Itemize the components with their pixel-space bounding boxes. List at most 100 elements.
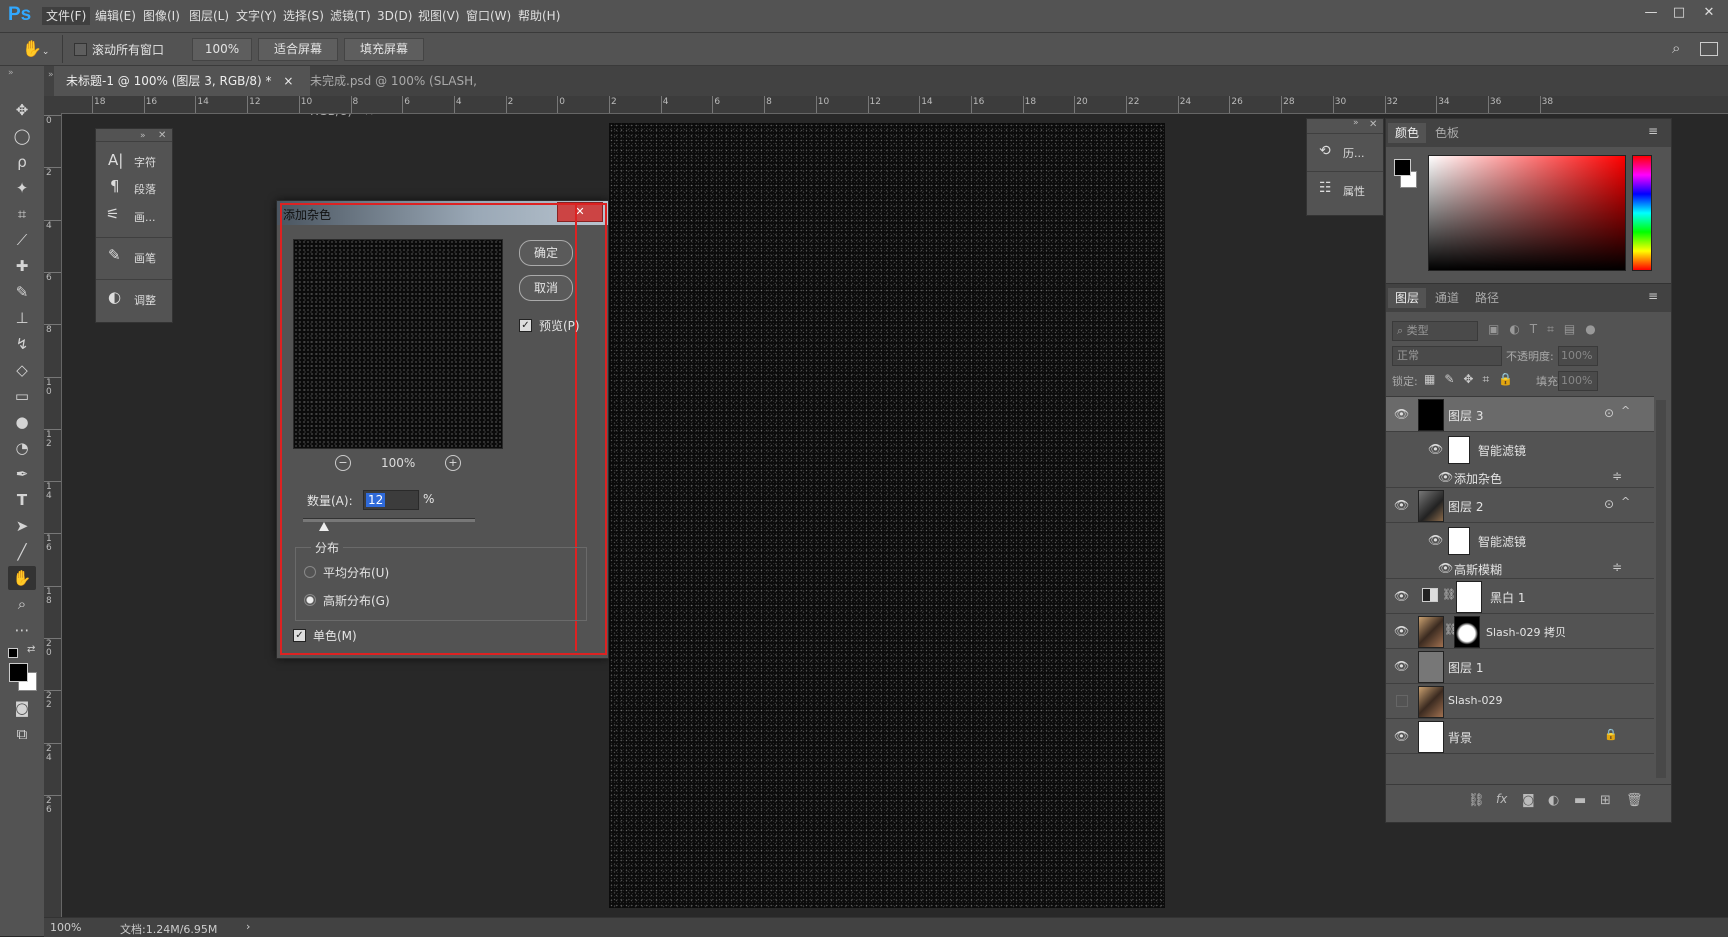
- path-select-tool-icon[interactable]: ➤: [8, 514, 36, 538]
- expand-icon[interactable]: »: [1353, 118, 1359, 128]
- tabs-collapse-icon[interactable]: »: [48, 70, 54, 80]
- menu-image[interactable]: 图像(I): [139, 7, 184, 25]
- visibility-eye-icon[interactable]: 👁: [1394, 498, 1409, 512]
- hand-tool-icon[interactable]: ✋: [8, 566, 36, 590]
- visibility-eye-icon[interactable]: 👁: [1394, 624, 1409, 638]
- eyedropper-tool-icon[interactable]: ⟋: [8, 228, 36, 252]
- more-tools-icon[interactable]: ⋯: [8, 618, 36, 642]
- gradient-tool-icon[interactable]: ▭: [8, 384, 36, 408]
- adjustments-panel-button[interactable]: ◐ 调整: [96, 279, 172, 316]
- visibility-eye-icon[interactable]: 👁: [1428, 533, 1443, 547]
- tab-paths[interactable]: 路径: [1468, 288, 1506, 308]
- swap-colors-icon[interactable]: ⇄: [27, 644, 35, 655]
- history-brush-tool-icon[interactable]: ↯: [8, 332, 36, 356]
- brush-tool-icon[interactable]: ✎: [8, 280, 36, 304]
- menu-file[interactable]: 文件(F): [42, 7, 91, 25]
- properties-panel-button[interactable]: ☷ 属性: [1307, 171, 1383, 206]
- brushes-panel-button[interactable]: ✎ 画笔: [96, 237, 172, 274]
- marquee-tool-icon[interactable]: ◯: [8, 124, 36, 148]
- layer-row-slash[interactable]: Slash-029: [1386, 684, 1654, 719]
- ok-button[interactable]: 确定: [519, 240, 573, 266]
- amount-slider-thumb[interactable]: [318, 522, 329, 531]
- menu-window[interactable]: 窗口(W): [462, 7, 515, 25]
- zoom-100-button[interactable]: 100%: [192, 38, 252, 61]
- tab-channels[interactable]: 通道: [1428, 288, 1466, 308]
- zoom-out-icon[interactable]: −: [335, 455, 351, 471]
- healing-brush-tool-icon[interactable]: ✚: [8, 254, 36, 278]
- menu-filter[interactable]: 滤镜(T): [326, 7, 375, 25]
- visibility-eye-icon[interactable]: 👁: [1428, 442, 1443, 456]
- preview-checkbox[interactable]: ✓: [519, 319, 532, 332]
- menu-layer[interactable]: 图层(L): [185, 7, 233, 25]
- type-tool-icon[interactable]: T: [8, 488, 36, 512]
- filter-type-icons[interactable]: ▣◐T⌗▤●: [1488, 322, 1648, 340]
- search-icon[interactable]: ⌕: [1672, 39, 1692, 59]
- menu-view[interactable]: 视图(V): [414, 7, 464, 25]
- tab-swatches[interactable]: 色板: [1428, 123, 1466, 143]
- brush-settings-panel-button[interactable]: ⚟ 画...: [96, 197, 172, 233]
- visibility-eye-icon[interactable]: 👁: [1394, 659, 1409, 673]
- smart-filter-row[interactable]: 👁 智能滤镜: [1386, 432, 1654, 466]
- link-icon[interactable]: ⛓: [1468, 793, 1485, 808]
- zoom-tool-icon[interactable]: ⌕: [8, 592, 36, 616]
- status-zoom[interactable]: 100%: [50, 921, 81, 934]
- adjustment-layer-icon[interactable]: ◐: [1548, 793, 1559, 808]
- collapse-chevron-icon[interactable]: ^: [1621, 404, 1630, 417]
- visibility-eye-icon[interactable]: 👁: [1438, 470, 1453, 484]
- document-canvas[interactable]: [609, 123, 1165, 908]
- quick-select-tool-icon[interactable]: ✦: [8, 176, 36, 200]
- eraser-tool-icon[interactable]: ◇: [8, 358, 36, 382]
- expand-icon[interactable]: »: [140, 131, 146, 141]
- maximize-button[interactable]: □: [1666, 4, 1692, 22]
- fit-screen-button[interactable]: 适合屏幕: [258, 38, 338, 61]
- menu-edit[interactable]: 编辑(E): [91, 7, 140, 25]
- color-fg-swatch[interactable]: [1394, 159, 1411, 176]
- visibility-eye-icon[interactable]: 👁: [1394, 729, 1409, 743]
- foreground-color-swatch[interactable]: [9, 663, 28, 682]
- uniform-radio[interactable]: [304, 566, 316, 578]
- menu-type[interactable]: 文字(Y): [232, 7, 281, 25]
- hand-tool-preset-icon[interactable]: ✋⌄: [22, 39, 52, 59]
- layer-filter-select[interactable]: ⌕ 类型: [1392, 321, 1478, 341]
- pen-tool-icon[interactable]: ✒: [8, 462, 36, 486]
- folder-icon[interactable]: ▬: [1574, 793, 1586, 808]
- color-field[interactable]: [1428, 155, 1626, 271]
- default-colors-icon[interactable]: [8, 648, 18, 658]
- panel-close-icon[interactable]: ✕: [1369, 119, 1377, 130]
- noise-preview[interactable]: [293, 239, 503, 449]
- visibility-eye-icon[interactable]: 👁: [1394, 589, 1409, 603]
- fill-input[interactable]: 100%: [1558, 371, 1598, 391]
- blur-tool-icon[interactable]: ●: [8, 410, 36, 434]
- visibility-hidden-box[interactable]: [1396, 695, 1408, 707]
- layer-row-background[interactable]: 👁 背景 🔒: [1386, 719, 1654, 754]
- layers-scrollbar[interactable]: [1656, 400, 1666, 778]
- fx-icon[interactable]: fx: [1496, 792, 1507, 806]
- quick-mask-icon[interactable]: ◙: [8, 696, 36, 720]
- tab-layers[interactable]: 图层: [1388, 288, 1427, 308]
- status-arrow-icon[interactable]: ›: [246, 920, 250, 933]
- blend-mode-select[interactable]: 正常: [1392, 346, 1502, 366]
- trash-icon[interactable]: 🗑: [1626, 793, 1643, 808]
- menu-help[interactable]: 帮助(H): [514, 7, 564, 25]
- visibility-eye-icon[interactable]: 👁: [1394, 407, 1409, 421]
- close-window-button[interactable]: ✕: [1696, 4, 1722, 22]
- layer-row-layer2[interactable]: 👁 图层 2 ⊙ ^: [1386, 488, 1654, 523]
- workspace-icon[interactable]: [1700, 42, 1718, 56]
- layer-row-layer1[interactable]: 👁 图层 1: [1386, 649, 1654, 684]
- tab-unfinished-psd[interactable]: 未完成.psd @ 100% (SLASH, RGB/8) ×: [298, 66, 526, 118]
- fill-screen-button[interactable]: 填充屏幕: [344, 38, 424, 61]
- filter-options-icon[interactable]: ≑: [1612, 469, 1622, 483]
- move-tool-icon[interactable]: ✥: [8, 98, 36, 122]
- dialog-close-button[interactable]: ✕: [557, 202, 603, 222]
- gaussian-radio[interactable]: [304, 594, 316, 606]
- lasso-tool-icon[interactable]: ρ: [8, 150, 36, 174]
- scroll-all-checkbox[interactable]: [74, 43, 87, 56]
- monochromatic-checkbox[interactable]: ✓: [293, 629, 306, 642]
- line-tool-icon[interactable]: ╱: [8, 540, 36, 564]
- minimize-button[interactable]: —: [1638, 4, 1664, 22]
- mask-icon[interactable]: ◙: [1522, 793, 1535, 808]
- lock-icons[interactable]: ▦✎✥⌗🔒: [1424, 372, 1522, 387]
- crop-tool-icon[interactable]: ⌗: [8, 202, 36, 226]
- tab-close-icon[interactable]: ×: [283, 74, 293, 88]
- dialog-titlebar[interactable]: 添加杂色 ✕: [277, 201, 608, 225]
